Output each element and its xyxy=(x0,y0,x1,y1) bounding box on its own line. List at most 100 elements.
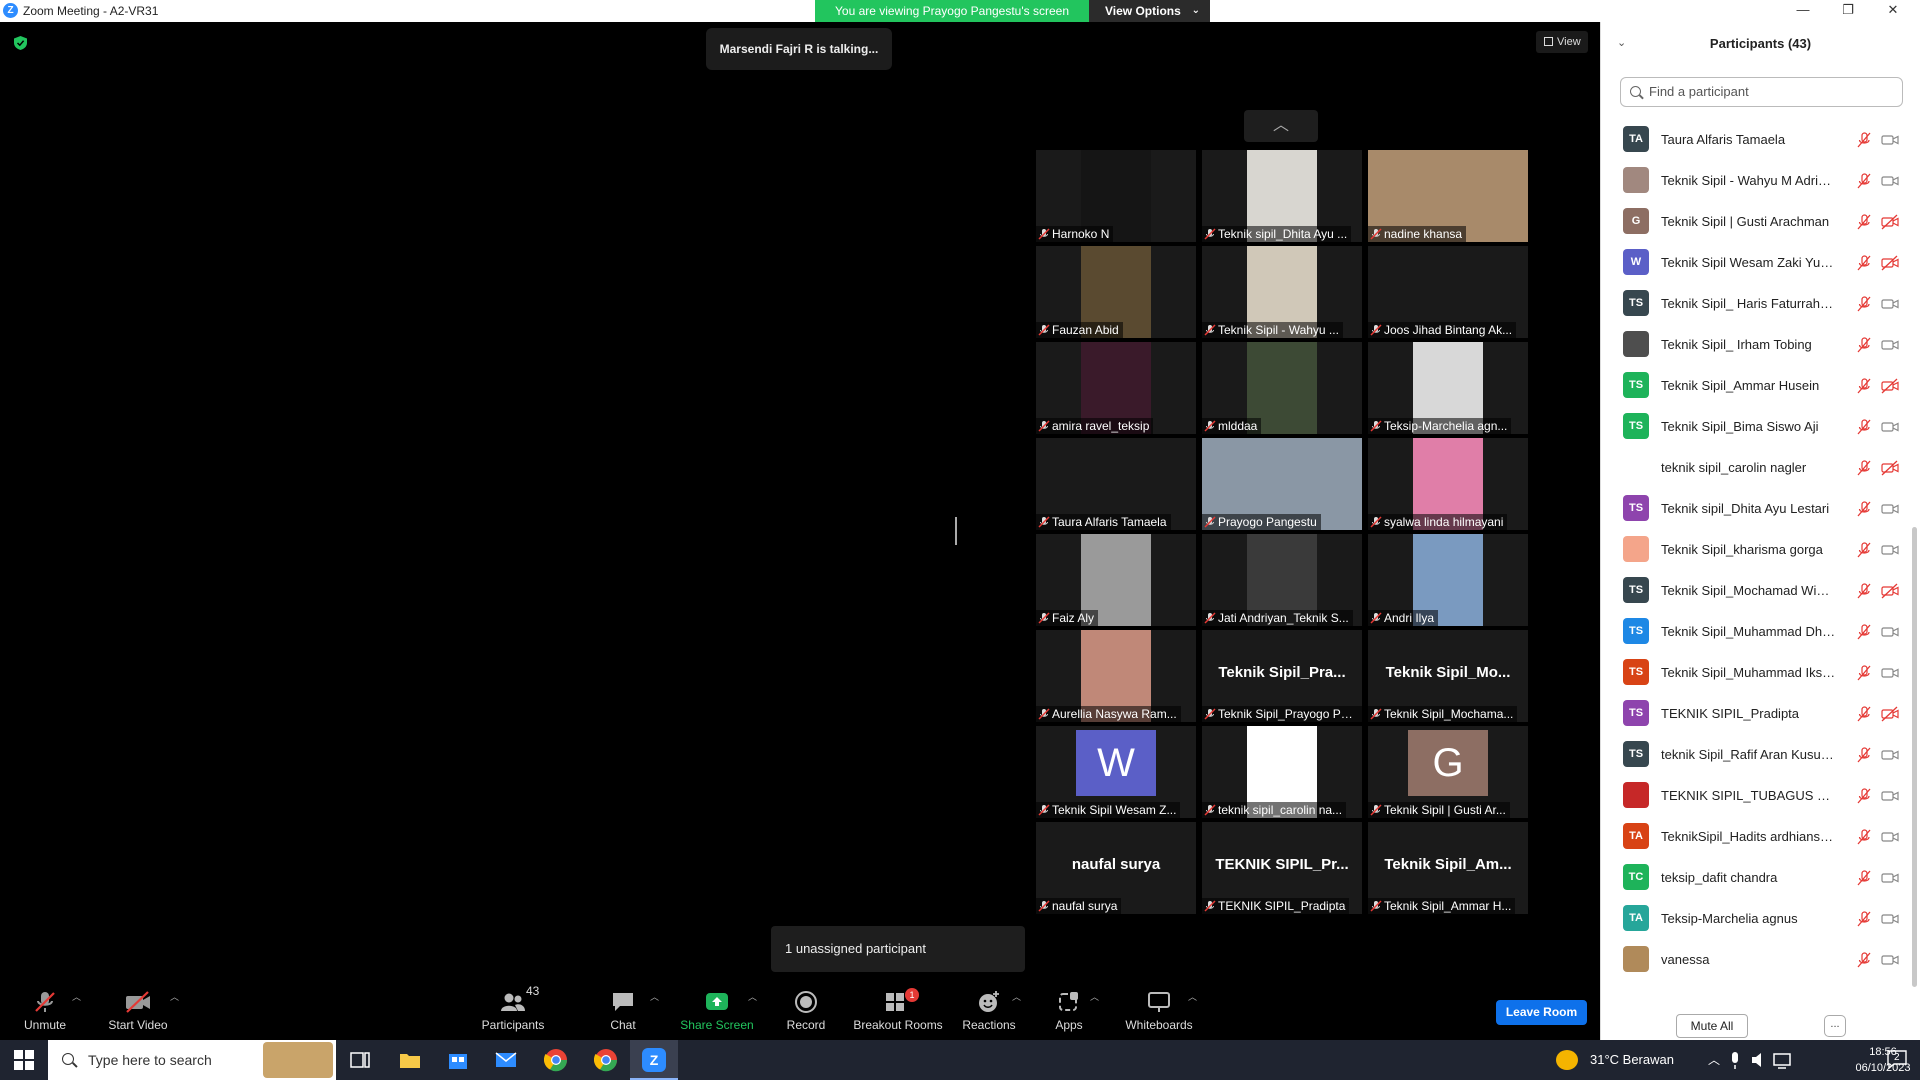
find-participant-input[interactable]: Find a participant xyxy=(1620,77,1903,107)
mic-muted-icon[interactable] xyxy=(1856,214,1872,230)
mic-muted-icon[interactable] xyxy=(1856,173,1872,189)
mic-muted-icon[interactable] xyxy=(1856,255,1872,271)
participant-row[interactable]: TS TEKNIK SIPIL_Pradipta xyxy=(1601,693,1911,734)
participant-video-tile[interactable]: G Teknik Sipil | Gusti Ar... xyxy=(1368,726,1528,818)
unmute-button[interactable]: Unmute xyxy=(18,990,72,1032)
video-icon[interactable] xyxy=(1881,173,1899,189)
zoom-taskbar-button[interactable]: Z xyxy=(630,1040,678,1080)
mic-muted-icon[interactable] xyxy=(1856,952,1872,968)
chat-button[interactable]: Chat xyxy=(608,990,638,1032)
mic-muted-icon[interactable] xyxy=(1856,419,1872,435)
participant-video-tile[interactable]: Prayogo Pangestu xyxy=(1202,438,1362,530)
participant-video-tile[interactable]: Andri Ilya xyxy=(1368,534,1528,626)
apps-button[interactable]: Apps xyxy=(1052,990,1086,1032)
mic-muted-icon[interactable] xyxy=(1856,665,1872,681)
weather-text[interactable]: 31°C Berawan xyxy=(1590,1052,1674,1067)
participant-row[interactable]: TS Teknik Sipil_Muhammad Iksan ... xyxy=(1601,652,1911,693)
mic-muted-icon[interactable] xyxy=(1856,747,1872,763)
mic-muted-icon[interactable] xyxy=(1856,378,1872,394)
participant-row[interactable]: W Teknik Sipil Wesam Zaki Yusuf S... xyxy=(1601,242,1911,283)
task-view-icon[interactable] xyxy=(348,1048,372,1072)
participant-row[interactable]: Teknik Sipil - Wahyu M Adrians... xyxy=(1601,160,1911,201)
participant-row[interactable]: TA Taura Alfaris Tamaela xyxy=(1601,119,1911,160)
participant-video-tile[interactable]: Teknik Sipil_Mo... Teknik Sipil_Mochama..… xyxy=(1368,630,1528,722)
video-off-icon[interactable] xyxy=(1881,460,1899,476)
mic-muted-icon[interactable] xyxy=(1856,460,1872,476)
mic-muted-icon[interactable] xyxy=(1856,542,1872,558)
reactions-button[interactable]: Reactions xyxy=(962,990,1016,1032)
show-hidden-icons-icon[interactable]: ︿ xyxy=(1708,1051,1720,1068)
participant-row[interactable]: TS Teknik Sipil_Ammar Husein xyxy=(1601,365,1911,406)
participant-row[interactable]: TS Teknik Sipil_Bima Siswo Aji xyxy=(1601,406,1911,447)
participant-video-tile[interactable]: Taura Alfaris Tamaela xyxy=(1036,438,1196,530)
participant-video-tile[interactable]: Faiz Aly xyxy=(1036,534,1196,626)
taskbar-search-input[interactable]: Type here to search xyxy=(48,1040,336,1080)
leave-room-button[interactable]: Leave Room xyxy=(1496,1000,1587,1025)
participant-video-tile[interactable]: Aurellia Nasywa Ram... xyxy=(1036,630,1196,722)
participant-row[interactable]: TEKNIK SIPIL_TUBAGUS M YUS... xyxy=(1601,775,1911,816)
video-icon[interactable] xyxy=(1881,419,1899,435)
participant-row[interactable]: TS Teknik Sipil_Muhammad Dhafa ... xyxy=(1601,611,1911,652)
video-icon[interactable] xyxy=(1881,870,1899,886)
participant-row[interactable]: TS Teknik Sipil_Mochamad Windu ... xyxy=(1601,570,1911,611)
participant-video-tile[interactable]: Jati Andriyan_Teknik S... xyxy=(1202,534,1362,626)
participant-row[interactable]: TC teksip_dafit chandra xyxy=(1601,857,1911,898)
close-icon[interactable]: ✕ xyxy=(1882,2,1904,20)
mic-muted-icon[interactable] xyxy=(1856,296,1872,312)
video-icon[interactable] xyxy=(1881,132,1899,148)
gallery-scroll-up-button[interactable]: ︿ xyxy=(1244,110,1318,142)
mic-muted-icon[interactable] xyxy=(1856,624,1872,640)
mic-muted-icon[interactable] xyxy=(1856,132,1872,148)
participants-button[interactable]: 43 Participants xyxy=(480,984,546,1032)
chrome-profile-icon[interactable] xyxy=(594,1048,618,1072)
participant-row[interactable]: TS Teknik sipil_Dhita Ayu Lestari xyxy=(1601,488,1911,529)
participant-video-tile[interactable]: Fauzan Abid xyxy=(1036,246,1196,338)
mic-muted-icon[interactable] xyxy=(1856,911,1872,927)
video-icon[interactable] xyxy=(1881,747,1899,763)
participant-video-tile[interactable]: Teknik sipil_Dhita Ayu ... xyxy=(1202,150,1362,242)
participant-video-tile[interactable]: Joos Jihad Bintang Ak... xyxy=(1368,246,1528,338)
participant-row[interactable]: TA TeknikSipil_Hadits ardhiansyah xyxy=(1601,816,1911,857)
start-video-button[interactable]: Start Video xyxy=(106,990,170,1032)
speaker-icon[interactable] xyxy=(1750,1048,1768,1072)
participant-video-tile[interactable]: W Teknik Sipil Wesam Z... xyxy=(1036,726,1196,818)
mic-muted-icon[interactable] xyxy=(1856,829,1872,845)
participant-video-tile[interactable]: nadine khansa xyxy=(1368,150,1528,242)
restore-icon[interactable]: ❐ xyxy=(1837,2,1859,20)
mic-muted-icon[interactable] xyxy=(1856,706,1872,722)
shield-icon[interactable] xyxy=(14,36,27,50)
view-options-button[interactable]: View Options ⌄ xyxy=(1089,0,1210,22)
video-off-icon[interactable] xyxy=(1881,378,1899,394)
video-icon[interactable] xyxy=(1881,952,1899,968)
mic-muted-icon[interactable] xyxy=(1856,583,1872,599)
store-icon[interactable] xyxy=(446,1048,470,1072)
microphone-tray-icon[interactable] xyxy=(1726,1048,1744,1072)
participant-row[interactable]: vanessa xyxy=(1601,939,1911,980)
participant-row[interactable]: TS teknik Sipil_Rafif Aran Kusumo xyxy=(1601,734,1911,775)
video-off-icon[interactable] xyxy=(1881,706,1899,722)
more-options-button[interactable]: ... xyxy=(1824,1015,1846,1037)
mic-muted-icon[interactable] xyxy=(1856,337,1872,353)
unassigned-participant-popup[interactable]: 1 unassigned participant xyxy=(771,926,1025,972)
participant-row[interactable]: TS Teknik Sipil_ Haris Faturrahman... xyxy=(1601,283,1911,324)
video-icon[interactable] xyxy=(1881,337,1899,353)
minimize-icon[interactable]: — xyxy=(1792,2,1814,20)
participant-row[interactable]: teknik sipil_carolin nagler xyxy=(1601,447,1911,488)
video-icon[interactable] xyxy=(1881,788,1899,804)
participant-video-tile[interactable]: teknik sipil_carolin na... xyxy=(1202,726,1362,818)
video-icon[interactable] xyxy=(1881,624,1899,640)
mute-all-button[interactable]: Mute All xyxy=(1676,1014,1748,1038)
participant-video-tile[interactable]: syalwa linda hilmayani xyxy=(1368,438,1528,530)
participant-video-tile[interactable]: Harnoko N xyxy=(1036,150,1196,242)
video-off-icon[interactable] xyxy=(1881,255,1899,271)
participant-video-tile[interactable]: Teknik Sipil_Am... Teknik Sipil_Ammar H..… xyxy=(1368,822,1528,914)
participant-row[interactable]: G Teknik Sipil | Gusti Arachman xyxy=(1601,201,1911,242)
participant-video-tile[interactable]: amira ravel_teksip xyxy=(1036,342,1196,434)
participant-video-tile[interactable]: TEKNIK SIPIL_Pr... TEKNIK SIPIL_Pradipta xyxy=(1202,822,1362,914)
video-off-icon[interactable] xyxy=(1881,583,1899,599)
participant-row[interactable]: TA Teksip-Marchelia agnus xyxy=(1601,898,1911,939)
mic-muted-icon[interactable] xyxy=(1856,870,1872,886)
video-icon[interactable] xyxy=(1881,542,1899,558)
breakout-rooms-button[interactable]: 1 Breakout Rooms xyxy=(852,988,944,1032)
participant-video-tile[interactable]: Teknik Sipil - Wahyu ... xyxy=(1202,246,1362,338)
